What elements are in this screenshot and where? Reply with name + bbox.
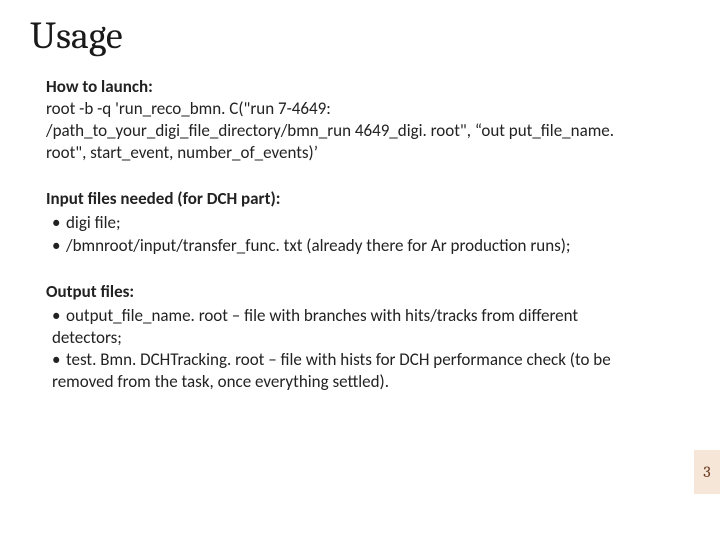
page-number: 3 [703, 463, 710, 481]
list-item: test. Bmn. DCHTracking. root – file with… [52, 349, 630, 393]
section-launch: How to launch: root -b -q 'run_reco_bmn.… [46, 76, 630, 164]
page-number-badge: 3 [694, 450, 720, 494]
body-text: How to launch: root -b -q 'run_reco_bmn.… [30, 76, 690, 393]
output-heading: Output files: [46, 281, 134, 302]
section-output: Output files: output_file_name. root – f… [46, 281, 630, 393]
slide: Usage How to launch: root -b -q 'run_rec… [0, 0, 720, 540]
launch-command: root -b -q 'run_reco_bmn. C("run 7-4649:… [46, 98, 614, 163]
section-input: Input files needed (for DCH part): digi … [46, 188, 630, 256]
input-heading: Input files needed (for DCH part): [46, 188, 280, 209]
list-item: output_file_name. root – file with branc… [52, 305, 630, 349]
launch-heading: How to launch: [46, 76, 153, 97]
page-title: Usage [30, 14, 690, 58]
output-list: output_file_name. root – file with branc… [46, 305, 630, 393]
list-item: /bmnroot/input/transfer_func. txt (alrea… [52, 235, 630, 257]
list-item: digi file; [52, 212, 630, 234]
input-list: digi file; /bmnroot/input/transfer_func.… [46, 212, 630, 256]
